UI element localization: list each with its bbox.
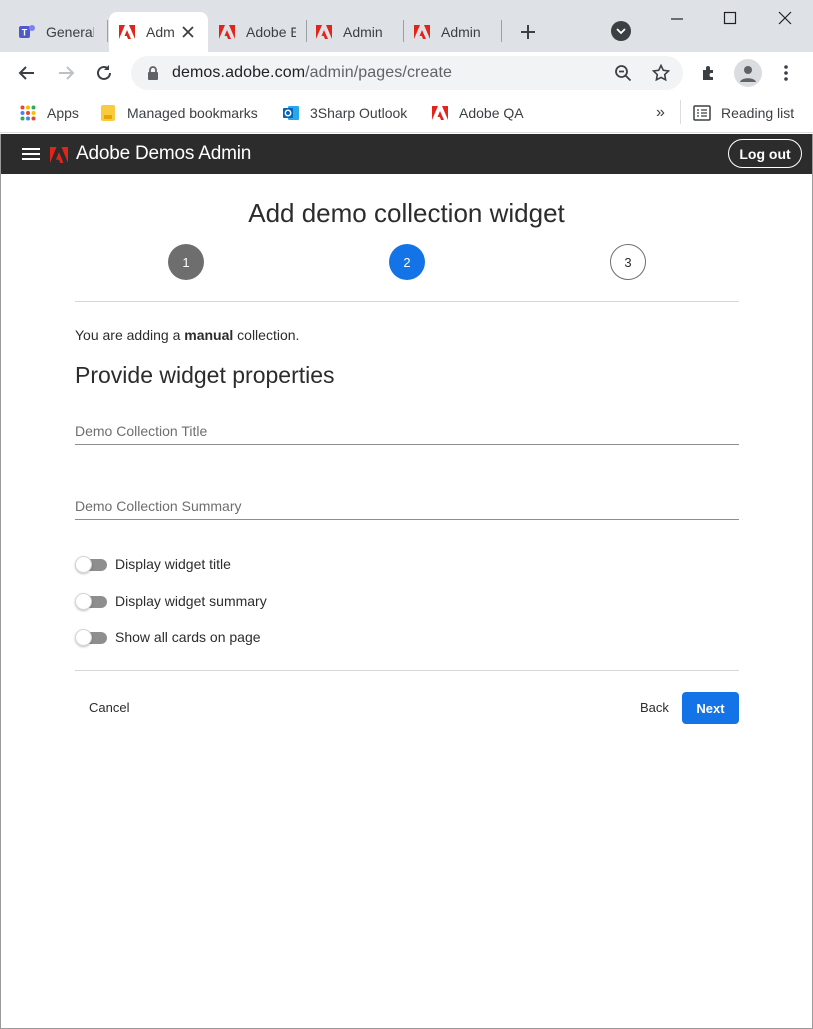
tab-general[interactable]: T General	[18, 12, 100, 52]
bookmarks-bar: Apps Managed bookmarks 3Sharp Outlook Ad…	[0, 94, 813, 133]
maximize-icon[interactable]	[720, 8, 740, 28]
bookmark-managed[interactable]: Managed bookmarks	[99, 102, 258, 124]
svg-text:T: T	[22, 28, 28, 38]
toggle-label: Display widget summary	[115, 593, 267, 609]
bookmark-label: Managed bookmarks	[127, 105, 258, 121]
url-text: demos.adobe.com/admin/pages/create	[172, 64, 452, 82]
window-border	[0, 134, 1, 1029]
collection-summary-input[interactable]	[75, 492, 739, 520]
toggle-display-widget-summary[interactable]: Display widget summary	[75, 591, 267, 611]
url-path: /admin/pages/create	[305, 64, 453, 81]
browser-toolbar: demos.adobe.com/admin/pages/create	[0, 52, 813, 94]
page-title: Add demo collection widget	[248, 198, 565, 228]
outlook-icon	[282, 104, 300, 122]
close-tab-icon[interactable]	[182, 26, 194, 38]
collection-title-input[interactable]	[75, 417, 739, 445]
bookmark-star-icon[interactable]	[651, 63, 671, 83]
intro-prefix: You are adding a	[75, 327, 185, 343]
tab-separator	[107, 20, 108, 42]
collection-type: manual	[184, 327, 234, 343]
zoom-icon[interactable]	[613, 63, 633, 83]
tab-admin[interactable]: Admin	[315, 12, 395, 52]
bookmark-label: Adobe QA	[459, 105, 524, 121]
bookmark-adobe-qa[interactable]: Adobe QA	[431, 102, 524, 124]
reading-list-icon	[693, 104, 711, 122]
tab-admin[interactable]: Admin	[413, 12, 493, 52]
step-1-indicator: 1	[168, 244, 204, 280]
adobe-icon	[315, 23, 333, 41]
bookmark-apps[interactable]: Apps	[19, 102, 79, 124]
new-tab-icon[interactable]	[516, 20, 540, 44]
lock-icon[interactable]	[147, 66, 159, 85]
toggle-show-all-cards[interactable]: Show all cards on page	[75, 627, 261, 647]
url-host: demos.adobe.com	[172, 64, 306, 81]
teams-icon: T	[18, 23, 36, 41]
toggle-label: Show all cards on page	[115, 629, 261, 645]
intro-suffix: collection.	[233, 327, 300, 343]
adobe-icon	[118, 23, 136, 41]
tab-admin-active[interactable]: Admin	[109, 12, 208, 52]
toggle-switch[interactable]	[75, 556, 107, 573]
apps-grid-icon	[19, 104, 37, 122]
collection-type-intro: You are adding a manual collection.	[75, 327, 299, 343]
close-window-icon[interactable]	[775, 8, 795, 28]
overflow-chevron-icon: »	[656, 104, 665, 121]
divider	[75, 670, 739, 671]
profile-avatar-icon[interactable]	[734, 59, 762, 87]
back-arrow-icon[interactable]	[15, 61, 39, 85]
tab-adobe-e[interactable]: Adobe E	[218, 12, 298, 52]
reading-list-label: Reading list	[721, 105, 795, 121]
cancel-button[interactable]: Cancel	[89, 700, 129, 715]
address-bar[interactable]: demos.adobe.com/admin/pages/create	[131, 56, 683, 90]
toggle-switch[interactable]	[75, 629, 107, 646]
adobe-icon	[218, 23, 236, 41]
tab-separator	[403, 20, 404, 42]
hamburger-menu-icon[interactable]	[22, 148, 40, 162]
toggle-display-widget-title[interactable]: Display widget title	[75, 554, 231, 574]
next-button[interactable]: Next	[682, 692, 739, 724]
folder-icon	[99, 104, 117, 122]
back-button[interactable]: Back	[640, 700, 669, 715]
bookmarks-overflow-button[interactable]: »	[656, 102, 665, 124]
reading-list-button[interactable]: Reading list	[693, 102, 794, 124]
step-3-indicator: 3	[610, 244, 646, 280]
tab-separator	[501, 20, 502, 42]
bookmarks-divider	[680, 100, 681, 124]
minimize-icon[interactable]	[667, 8, 687, 28]
app-title: Adobe Demos Admin	[76, 143, 252, 164]
adobe-icon	[431, 104, 449, 122]
logout-button[interactable]: Log out	[728, 139, 802, 168]
reload-icon[interactable]	[92, 61, 116, 85]
section-title: Provide widget properties	[75, 362, 335, 388]
extensions-icon[interactable]	[697, 61, 721, 85]
bookmark-3sharp-outlook[interactable]: 3Sharp Outlook	[282, 102, 407, 124]
toggle-switch[interactable]	[75, 593, 107, 610]
bookmark-label: Apps	[47, 105, 79, 121]
divider	[75, 301, 739, 302]
forward-arrow-icon[interactable]	[54, 61, 78, 85]
more-menu-icon[interactable]	[774, 61, 798, 85]
adobe-icon	[413, 23, 431, 41]
step-2-indicator: 2	[389, 244, 425, 280]
toggle-label: Display widget title	[115, 556, 231, 572]
tab-separator	[306, 20, 307, 42]
tab-search-icon[interactable]	[611, 21, 631, 41]
adobe-logo-icon	[49, 146, 69, 169]
bookmark-label: 3Sharp Outlook	[310, 105, 408, 121]
browser-tab-strip: T General Admin Adobe E Admin Admin	[0, 0, 813, 52]
app-header: Adobe Demos Admin Log out	[1, 134, 812, 174]
